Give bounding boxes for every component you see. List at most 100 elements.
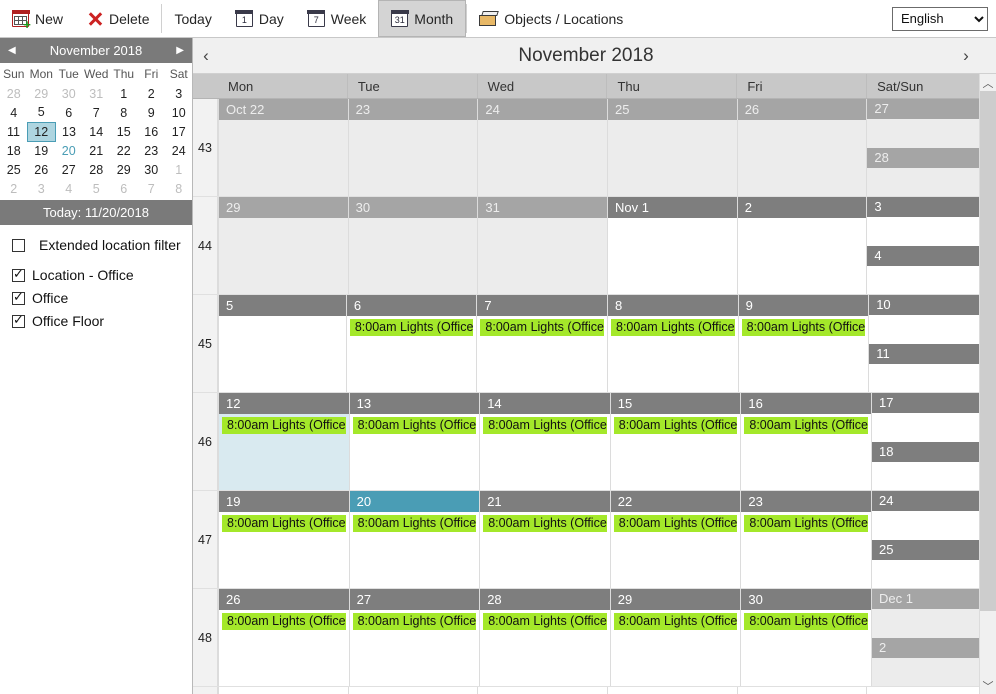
- calendar-day-cell[interactable]: 30: [347, 197, 478, 294]
- day-cell-body[interactable]: 8:00am Lights (Office: [347, 316, 477, 392]
- day-number-header[interactable]: 19: [219, 491, 349, 512]
- day-number-header[interactable]: 24: [871, 491, 996, 511]
- day-cell-body[interactable]: 8:00am Lights (Office: [350, 512, 480, 588]
- day-cell-body[interactable]: 8:00am Lights (Office: [741, 610, 871, 686]
- calendar-event[interactable]: 8:00am Lights (Office: [744, 515, 868, 532]
- calendar-event[interactable]: 8:00am Lights (Office: [483, 515, 607, 532]
- mini-day-cell[interactable]: 7: [83, 103, 111, 122]
- calendar-day-cell[interactable]: 21 8:00am Lights (Office: [479, 491, 610, 588]
- mini-day-cell[interactable]: 29: [110, 160, 138, 179]
- calendar-day-cell[interactable]: 8 8:00am Lights (Office: [607, 295, 738, 392]
- day-number-header[interactable]: 30: [348, 197, 478, 218]
- mini-day-cell[interactable]: 9: [138, 103, 166, 122]
- day-cell-body[interactable]: 8:00am Lights (Office: [480, 414, 610, 490]
- mini-day-cell[interactable]: 23: [138, 141, 166, 160]
- mini-day-cell[interactable]: 11: [0, 122, 28, 141]
- day-number-header[interactable]: Dec 1: [871, 589, 996, 609]
- scroll-down-icon[interactable]: ﹀: [980, 677, 996, 694]
- calendar-event[interactable]: 8:00am Lights (Office: [352, 515, 477, 532]
- mini-day-cell[interactable]: 28: [0, 84, 28, 103]
- calendar-weekend-half-cell[interactable]: Dec 1: [871, 589, 996, 638]
- calendar-event[interactable]: 8:00am Lights (Office: [613, 515, 738, 532]
- day-number-header[interactable]: 26: [737, 99, 867, 120]
- calendar-day-cell[interactable]: 25: [607, 99, 737, 196]
- calendar-day-cell[interactable]: 29: [218, 197, 348, 294]
- day-cell-body[interactable]: [219, 316, 346, 392]
- day-number-header[interactable]: 7: [477, 295, 607, 316]
- calendar-day-cell[interactable]: 23 8:00am Lights (Office: [740, 491, 871, 588]
- day-number-header[interactable]: 13: [349, 393, 480, 414]
- calendar-weekend-half-cell[interactable]: 11: [869, 343, 996, 393]
- day-number-header[interactable]: Oct 22: [219, 99, 348, 120]
- day-cell-body[interactable]: 8:00am Lights (Office: [741, 512, 871, 588]
- calendar-weekend-half-cell[interactable]: 10: [869, 295, 996, 344]
- calendar-event[interactable]: 8:00am Lights (Office: [741, 319, 866, 336]
- day-cell-body[interactable]: [867, 217, 996, 246]
- day-number-header[interactable]: 6: [346, 295, 477, 316]
- calendar-day-cell[interactable]: 6 8:00am Lights (Office: [345, 295, 477, 392]
- day-cell-body[interactable]: [871, 657, 996, 686]
- calendar-day-cell[interactable]: [736, 687, 867, 694]
- calendar-weekend-half-cell[interactable]: 4: [867, 245, 996, 295]
- mini-day-cell[interactable]: 17: [165, 122, 193, 141]
- calendar-day-cell[interactable]: 20 8:00am Lights (Office: [348, 491, 480, 588]
- calendar-day-cell[interactable]: 28 8:00am Lights (Office: [479, 589, 610, 686]
- day-number-header[interactable]: 12: [219, 393, 349, 414]
- day-cell-body[interactable]: 8:00am Lights (Office: [350, 414, 480, 490]
- calendar-weekend-half-cell[interactable]: 24: [871, 491, 996, 540]
- location-filter-row[interactable]: Location - Office: [12, 266, 182, 283]
- tab-month[interactable]: 31 Month: [378, 0, 467, 37]
- calendar-event[interactable]: 8:00am Lights (Office: [352, 613, 477, 630]
- day-cell-body[interactable]: [871, 609, 996, 638]
- mini-day-cell[interactable]: 5: [28, 103, 56, 122]
- location-filter-row[interactable]: Office: [12, 289, 182, 306]
- calendar-weekend-half-cell[interactable]: 17: [871, 393, 996, 442]
- day-number-header[interactable]: 20: [349, 491, 480, 512]
- day-cell-body[interactable]: [478, 218, 608, 294]
- mini-day-cell[interactable]: 10: [165, 103, 193, 122]
- day-cell-body[interactable]: [872, 413, 996, 442]
- calendar-day-cell[interactable]: 26 8:00am Lights (Office: [218, 589, 349, 686]
- day-cell-body[interactable]: 8:00am Lights (Office: [608, 316, 738, 392]
- calendar-event[interactable]: 8:00am Lights (Office: [611, 319, 735, 336]
- day-number-header[interactable]: 27: [349, 589, 480, 610]
- scroll-up-icon[interactable]: ︿: [980, 74, 996, 91]
- calendar-event[interactable]: 8:00am Lights (Office: [480, 319, 604, 336]
- mini-day-cell[interactable]: 19: [28, 141, 56, 160]
- day-cell-body[interactable]: 8:00am Lights (Office: [219, 414, 349, 490]
- location-filter-checkbox[interactable]: [12, 289, 25, 305]
- day-number-header[interactable]: 11: [869, 343, 996, 364]
- calendar-day-cell[interactable]: [347, 687, 478, 694]
- extended-location-filter-row[interactable]: Extended location filter: [12, 237, 182, 253]
- day-cell-body[interactable]: 8:00am Lights (Office: [611, 610, 741, 686]
- day-cell-body[interactable]: 8:00am Lights (Office: [480, 610, 610, 686]
- calendar-day-cell[interactable]: 30 8:00am Lights (Office: [740, 589, 871, 686]
- calendar-weekend-half-cell[interactable]: 2: [871, 637, 996, 686]
- day-number-header[interactable]: 27: [867, 99, 996, 119]
- calendar-event[interactable]: 8:00am Lights (Office: [613, 417, 738, 434]
- day-number-header[interactable]: 14: [480, 393, 610, 414]
- tab-week[interactable]: 7 Week: [296, 0, 379, 37]
- day-number-header[interactable]: 23: [741, 491, 871, 512]
- objects-locations-button[interactable]: Objects / Locations: [467, 0, 635, 37]
- day-cell-body[interactable]: [738, 218, 867, 294]
- extended-location-filter-checkbox[interactable]: [12, 238, 25, 252]
- day-cell-body[interactable]: [867, 266, 996, 295]
- day-cell-body[interactable]: [478, 120, 608, 196]
- mini-day-cell[interactable]: 16: [138, 122, 166, 141]
- day-cell-body[interactable]: [738, 687, 867, 694]
- calendar-day-cell[interactable]: 15 8:00am Lights (Office: [609, 393, 741, 490]
- mini-day-cell[interactable]: 27: [55, 160, 83, 179]
- mini-day-cell[interactable]: 8: [165, 179, 193, 198]
- day-number-header[interactable]: Nov 1: [608, 197, 737, 218]
- mini-day-cell[interactable]: 4: [55, 179, 83, 198]
- scrollbar-track[interactable]: [979, 91, 996, 677]
- mini-day-cell[interactable]: 15: [110, 122, 138, 141]
- calendar-day-cell[interactable]: 5: [218, 295, 346, 392]
- calendar-day-cell[interactable]: 26: [736, 99, 867, 196]
- mini-day-cell[interactable]: 14: [83, 122, 111, 141]
- mini-day-cell[interactable]: 2: [0, 179, 28, 198]
- calendar-event[interactable]: 8:00am Lights (Office: [349, 319, 474, 336]
- today-button[interactable]: Today: [162, 0, 223, 37]
- calendar-event[interactable]: 8:00am Lights (Office: [222, 515, 346, 532]
